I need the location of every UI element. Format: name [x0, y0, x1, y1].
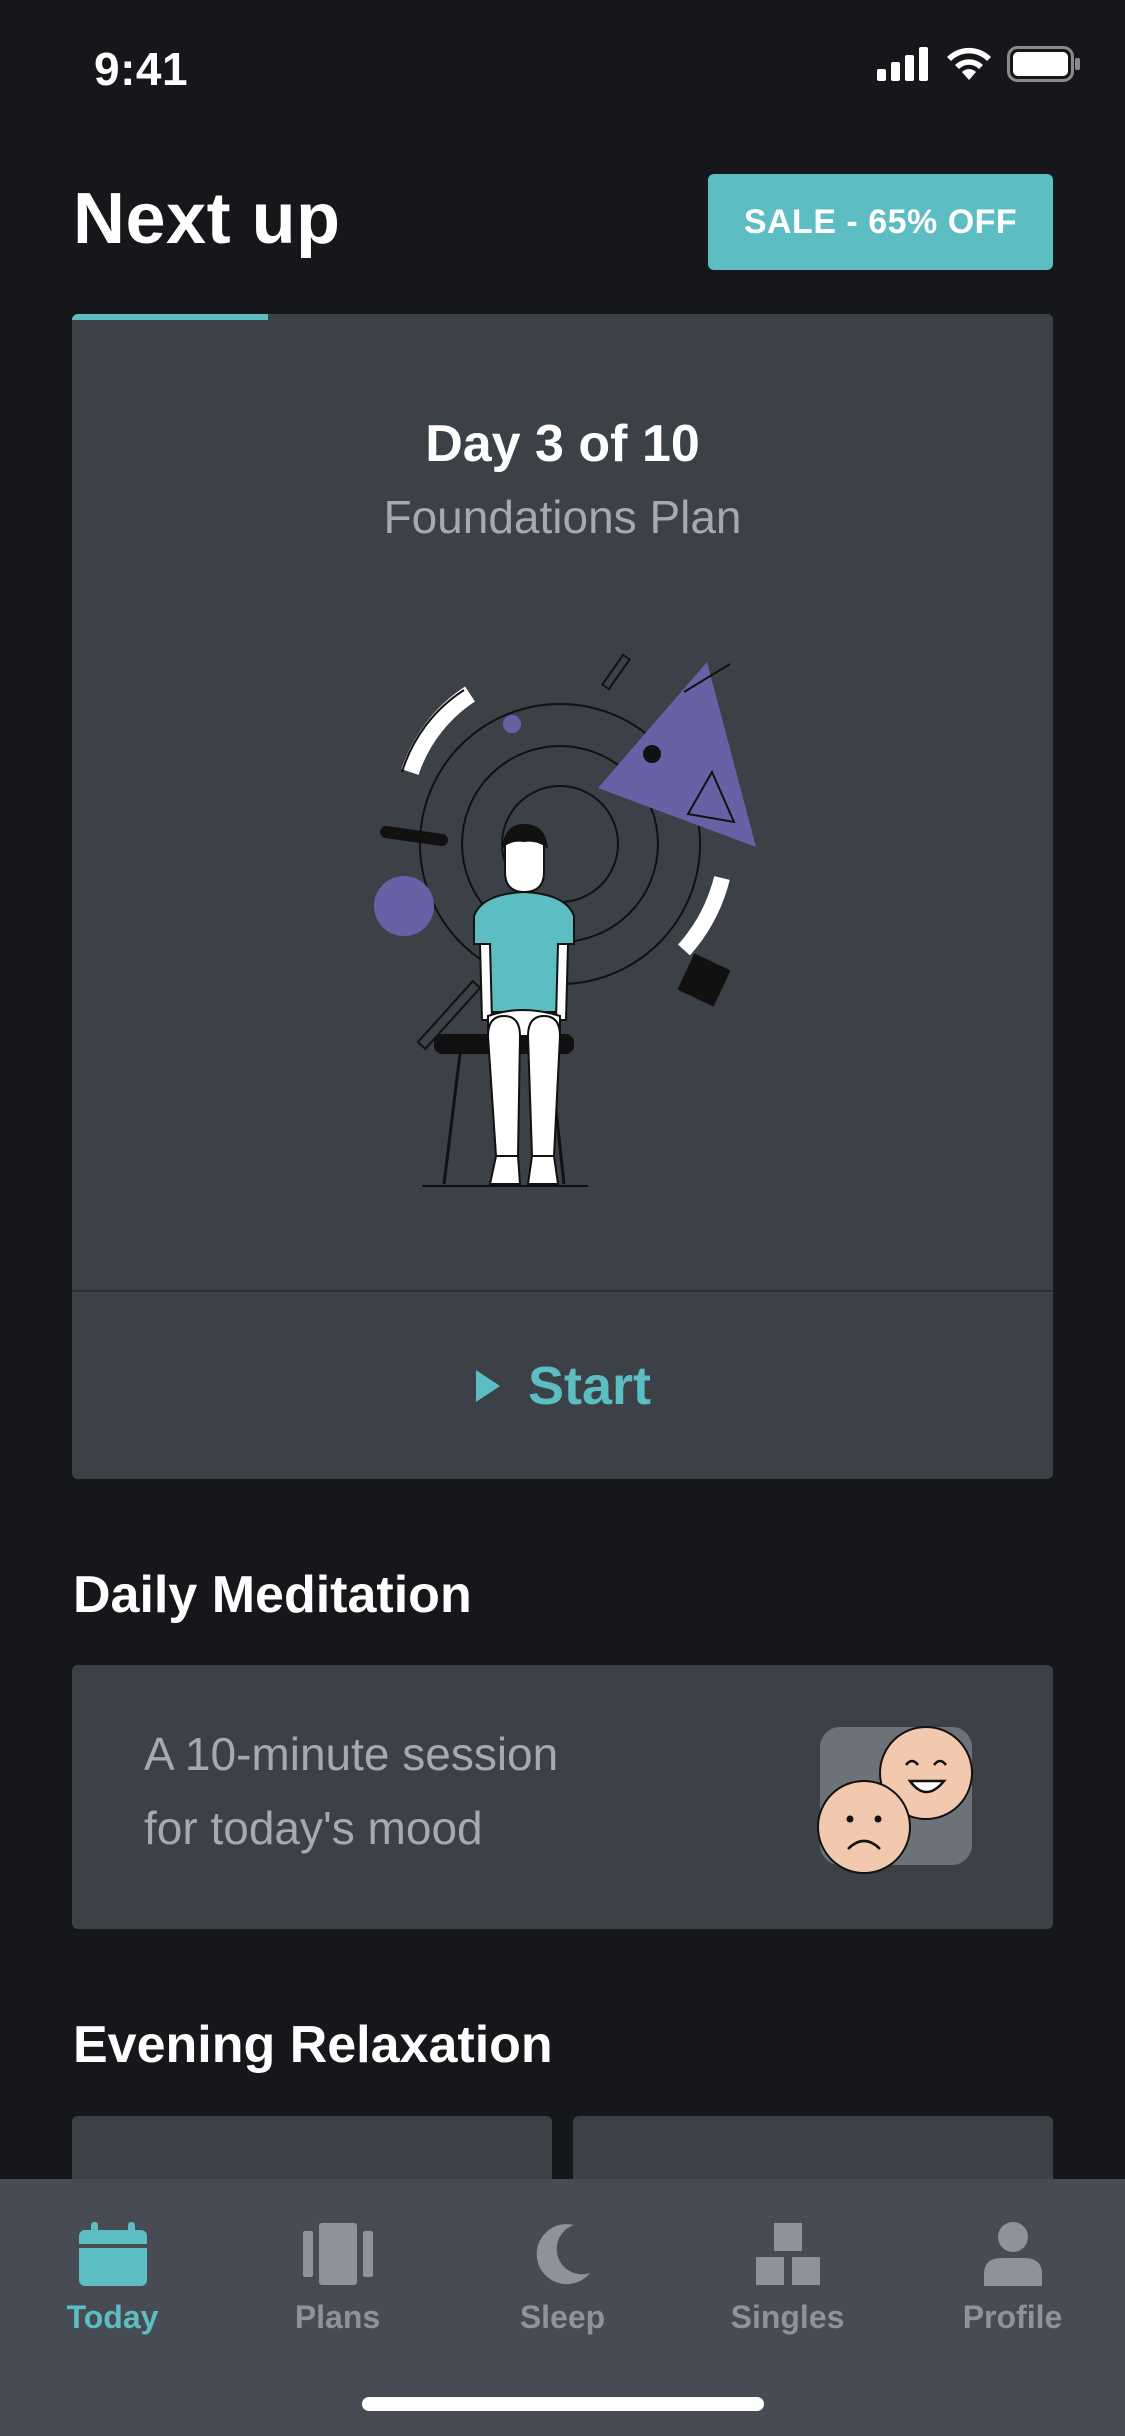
- battery-icon: [1007, 46, 1080, 82]
- plans-icon: [302, 2223, 373, 2285]
- daily-description-line1: A 10-minute session: [144, 1728, 559, 1780]
- status-icons: [877, 46, 1081, 82]
- status-time: 9:41: [94, 43, 189, 95]
- cellular-signal-icon: [877, 47, 928, 81]
- tab-plans[interactable]: Plans: [225, 2219, 450, 2349]
- sale-button[interactable]: SALE - 65% OFF: [708, 174, 1053, 270]
- daily-meditation-card[interactable]: A 10-minute session for today's mood: [72, 1665, 1053, 1929]
- home-indicator[interactable]: [362, 2397, 764, 2411]
- blocks-icon: [755, 2223, 820, 2285]
- tab-today-label: Today: [66, 2299, 159, 2335]
- tab-sleep-label: Sleep: [519, 2299, 606, 2335]
- meditation-illustration: [374, 653, 756, 1187]
- plan-progress-fill: [72, 314, 269, 320]
- tab-profile[interactable]: Profile: [900, 2219, 1125, 2349]
- tab-singles[interactable]: Singles: [675, 2219, 900, 2349]
- mood-faces-icon: [817, 1726, 973, 1874]
- start-button[interactable]: Start: [72, 1292, 1053, 1479]
- evening-relaxation-heading: Evening Relaxation: [73, 2016, 553, 2074]
- tab-plans-label: Plans: [294, 2299, 381, 2335]
- start-label: Start: [527, 1355, 652, 1416]
- tab-profile-label: Profile: [962, 2299, 1063, 2335]
- tab-singles-label: Singles: [730, 2299, 845, 2335]
- status-bar: 9:41: [0, 0, 1125, 132]
- plan-progress-bar: [72, 314, 1053, 320]
- tab-today[interactable]: Today: [0, 2219, 225, 2349]
- person-icon: [983, 2222, 1042, 2286]
- next-up-card[interactable]: Day 3 of 10 Foundations Plan Start: [72, 314, 1053, 1479]
- wifi-icon: [947, 47, 991, 80]
- calendar-icon: [78, 2222, 147, 2286]
- daily-description-line2: for today's mood: [144, 1802, 483, 1854]
- play-icon: [475, 1369, 500, 1402]
- moon-icon: [536, 2224, 590, 2285]
- plan-name-label: Foundations Plan: [383, 491, 742, 543]
- plan-day-label: Day 3 of 10: [425, 415, 700, 473]
- daily-meditation-heading: Daily Meditation: [73, 1566, 472, 1624]
- page-title: Next up: [73, 179, 341, 259]
- tab-sleep[interactable]: Sleep: [450, 2219, 675, 2349]
